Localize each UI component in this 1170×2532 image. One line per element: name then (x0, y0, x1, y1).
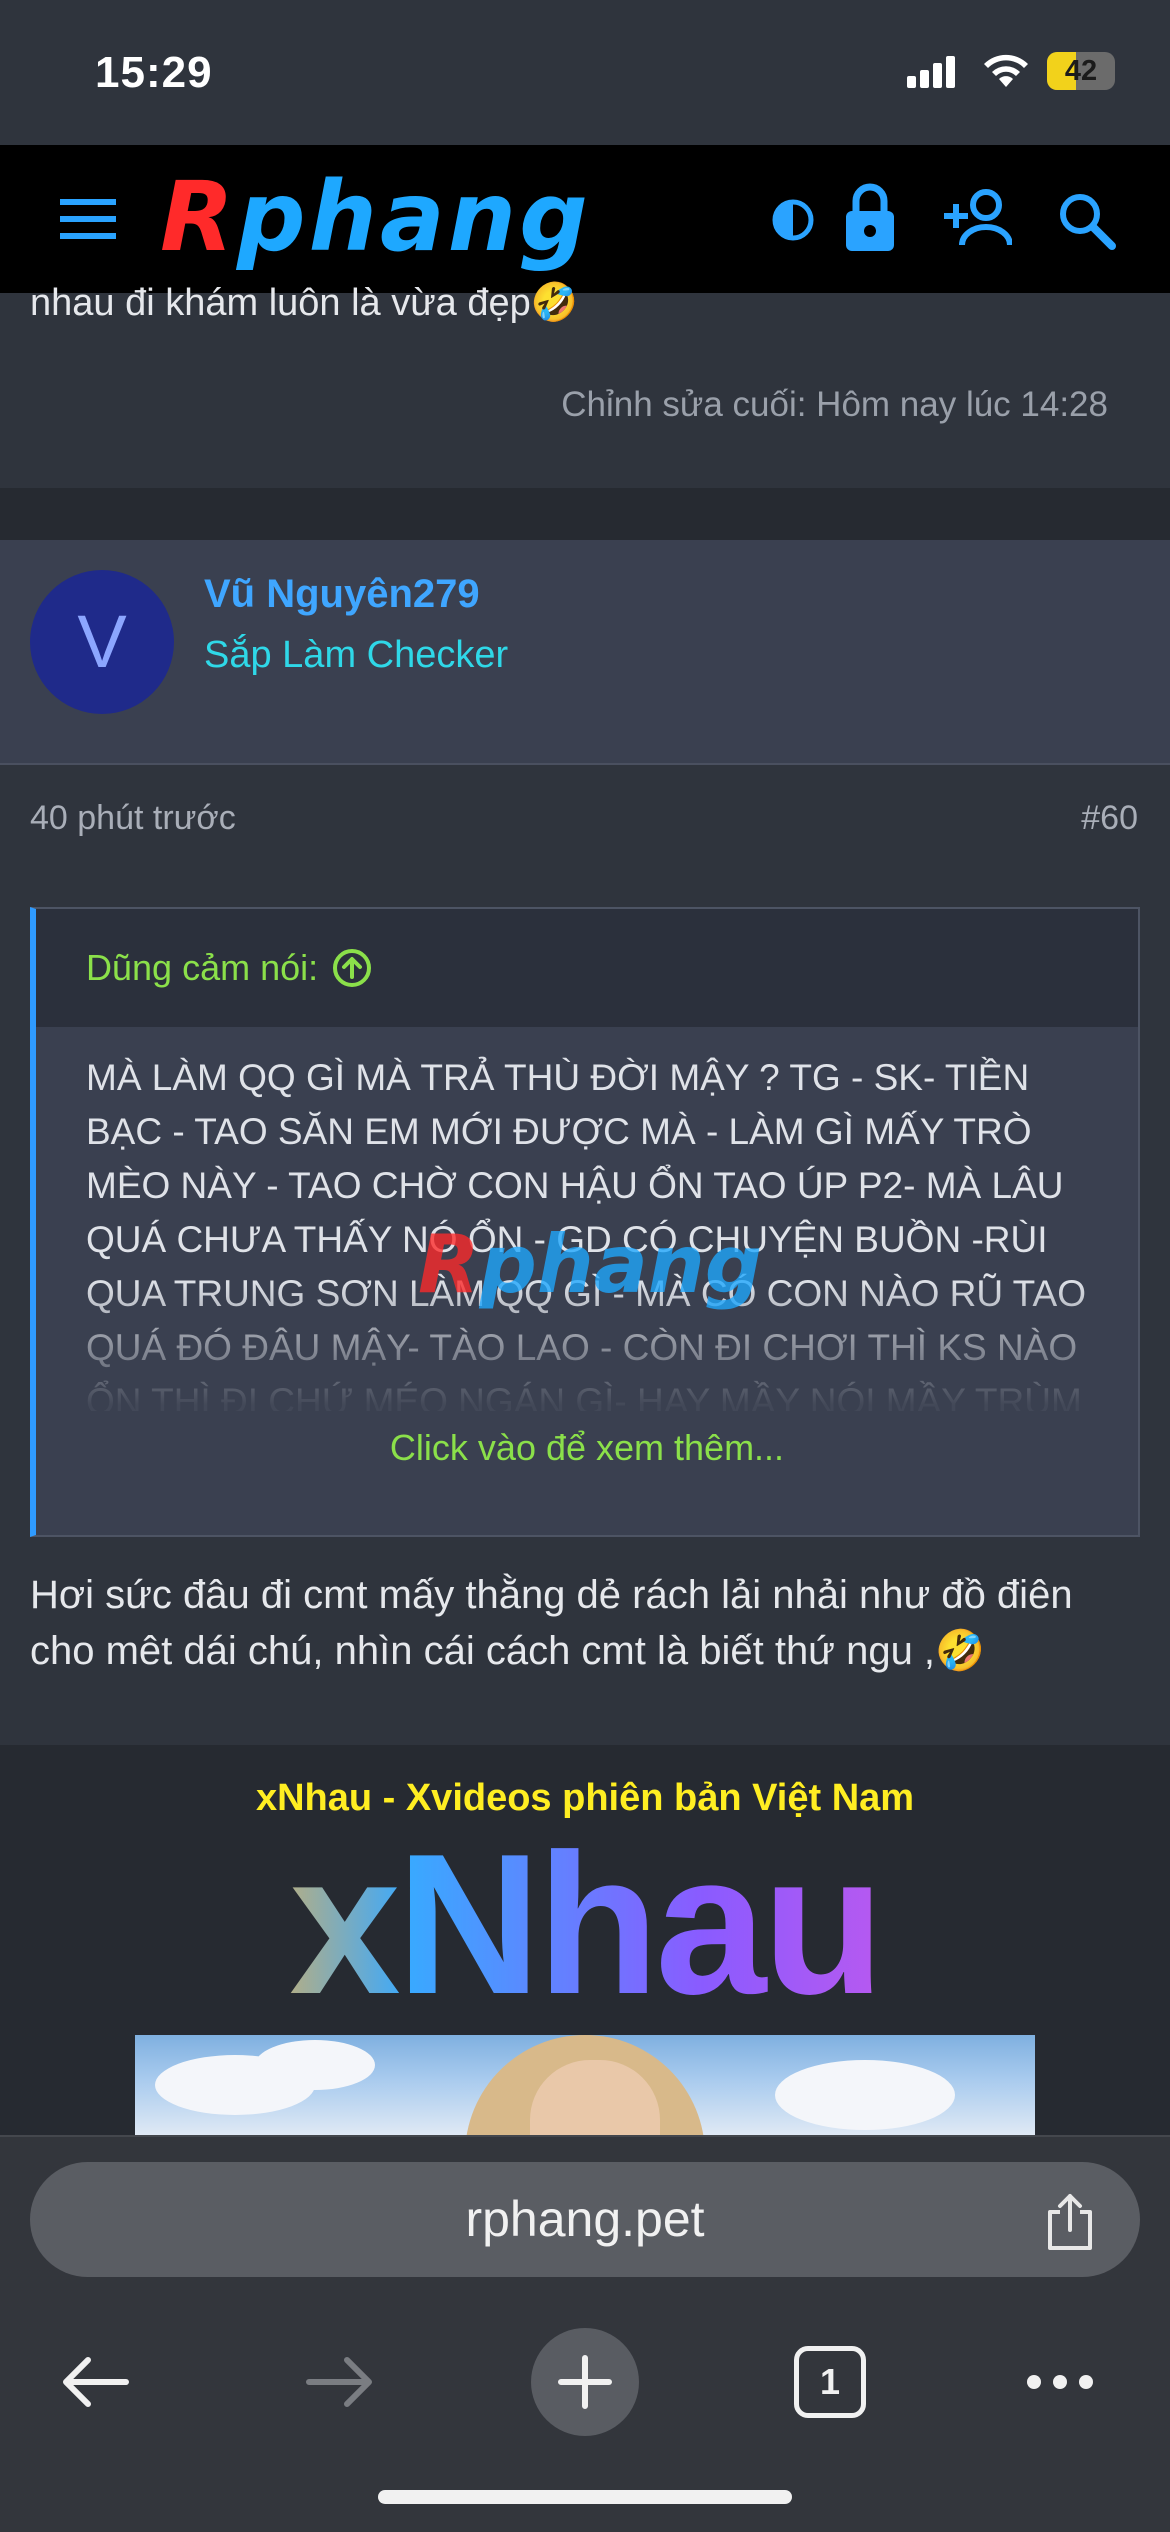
new-tab-circle[interactable] (531, 2328, 639, 2436)
search-icon[interactable] (1056, 190, 1116, 250)
address-bar[interactable]: rphang.pet (30, 2162, 1140, 2277)
new-tab-button[interactable] (525, 2322, 645, 2442)
expand-quote-link[interactable]: Click vào để xem thêm... (36, 1427, 1138, 1469)
new-tab-icon[interactable] (557, 2354, 613, 2410)
post-time[interactable]: 40 phút trước (30, 799, 236, 838)
avatar[interactable]: V (30, 570, 174, 714)
post-author-block: V Vũ Nguyên279 Sắp Làm Checker (0, 540, 1170, 765)
more-button[interactable] (1000, 2322, 1120, 2442)
previous-post-text: nhau đi khám luôn là vừa đẹp🤣 (30, 282, 579, 324)
status-time: 15:29 (95, 48, 213, 97)
quote-author-link[interactable]: Dũng cảm nói: (86, 947, 372, 989)
ad-image[interactable] (135, 2035, 1035, 2135)
edited-note: Chỉnh sửa cuối: Hôm nay lúc 14:28 (561, 385, 1108, 424)
arrow-up-circle-icon[interactable] (332, 948, 372, 988)
previous-post-tail: nhau đi khám luôn là vừa đẹp🤣 Chỉnh sửa … (0, 282, 1170, 488)
status-icons: 42 (907, 52, 1115, 90)
user-title: Sắp Làm Checker (204, 634, 509, 676)
browser-nav-row: 1 (0, 2322, 1170, 2442)
wifi-icon (984, 54, 1028, 87)
username-link[interactable]: Vũ Nguyên279 (204, 572, 480, 617)
ad-logo[interactable]: xNhau (0, 1815, 1170, 2035)
tabs-icon[interactable]: 1 (794, 2346, 866, 2418)
quote-author: Dũng cảm nói: (86, 947, 319, 988)
browser-toolbar: rphang.pet 1 (0, 2135, 1170, 2532)
theme-toggle-icon[interactable] (770, 197, 816, 243)
signal-icon (907, 56, 955, 88)
post-separator (0, 488, 1170, 540)
post-number[interactable]: #60 (1081, 799, 1138, 838)
add-user-icon[interactable] (942, 187, 1012, 247)
watermark-logo: Rphang (418, 1218, 763, 1311)
lock-icon[interactable] (842, 181, 898, 253)
share-icon[interactable] (1042, 2192, 1098, 2252)
tabs-button[interactable]: 1 (770, 2322, 890, 2442)
ad-banner[interactable]: xNhau - Xvideos phiên bản Việt Nam xNhau (0, 1745, 1170, 2135)
battery-level: 42 (1064, 55, 1098, 87)
battery-indicator: 42 (1047, 52, 1115, 90)
back-button[interactable] (35, 2322, 155, 2442)
home-indicator[interactable] (378, 2490, 792, 2504)
site-header: Rphang (0, 145, 1170, 293)
quote-header: Dũng cảm nói: (36, 909, 1138, 1027)
reply-text: Hơi sức đâu đi cmt mấy thằng dẻ rách lải… (30, 1573, 1073, 1673)
forward-icon[interactable] (305, 2354, 375, 2410)
back-icon[interactable] (60, 2354, 130, 2410)
site-logo[interactable]: Rphang (160, 167, 591, 267)
status-bar: 15:29 42 (0, 0, 1170, 145)
menu-icon[interactable] (58, 197, 118, 241)
forward-button[interactable] (280, 2322, 400, 2442)
url-text[interactable]: rphang.pet (30, 2162, 1140, 2277)
more-icon[interactable] (1024, 2372, 1096, 2392)
